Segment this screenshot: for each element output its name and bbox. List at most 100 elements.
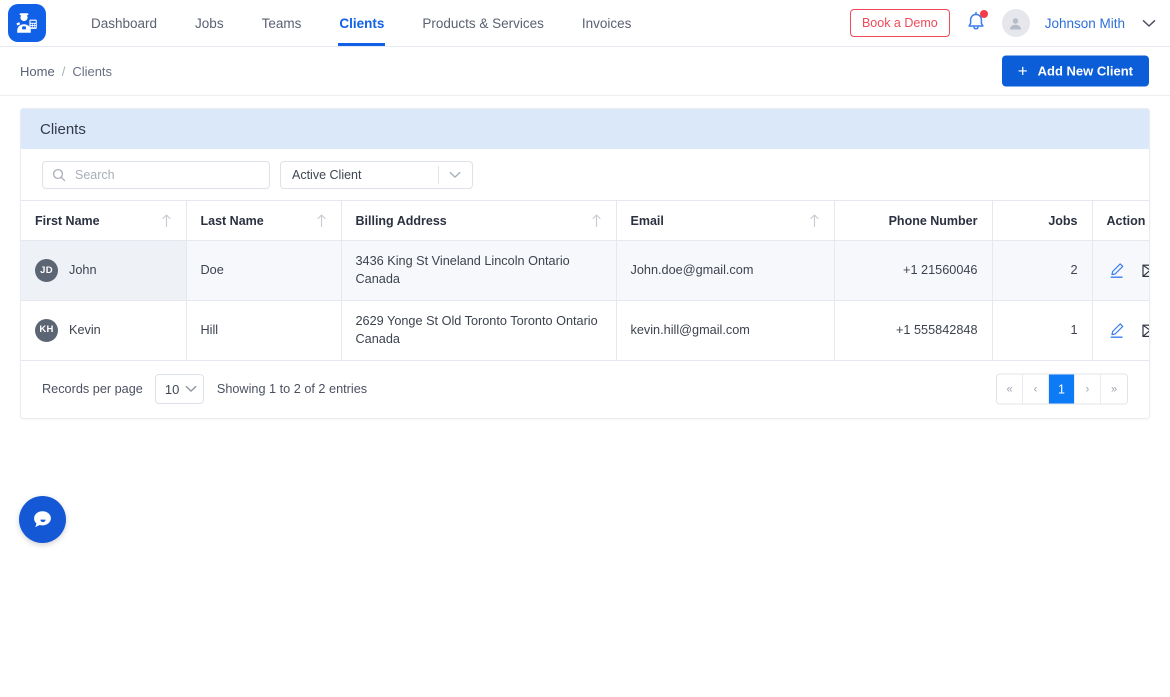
sort-arrow-up-icon	[316, 214, 326, 228]
add-new-client-label: Add New Client	[1037, 63, 1133, 79]
nav-item-clients[interactable]: Clients	[320, 0, 403, 46]
column-label: First Name	[35, 213, 100, 228]
notification-badge-dot	[979, 10, 988, 18]
search-input-wrapper[interactable]	[42, 160, 270, 189]
cell-phone-number: +1 555842848	[834, 300, 993, 361]
pagination-first[interactable]: «	[997, 374, 1023, 404]
column-header-action: Action	[1092, 200, 1149, 241]
chat-launcher-button[interactable]	[19, 496, 66, 543]
email-client-button[interactable]	[1141, 263, 1149, 278]
breadcrumb-separator: /	[61, 63, 66, 79]
cell-billing-address: 3436 King St Vineland Lincoln Ontario Ca…	[341, 240, 617, 301]
column-header-email[interactable]: Email	[616, 200, 835, 241]
cell-last-name: Hill	[186, 300, 342, 361]
pagination: « ‹ 1 › »	[996, 373, 1128, 405]
nav-label: Dashboard	[91, 15, 158, 31]
chevron-down-icon	[185, 386, 197, 392]
sort-arrow-up-icon	[809, 214, 819, 228]
showing-entries-text: Showing 1 to 2 of 2 entries	[216, 382, 368, 397]
clients-table: First Name Last Name Billing Address Ema…	[21, 200, 1149, 361]
client-initials-avatar: JD	[35, 258, 58, 282]
breadcrumb-home[interactable]: Home	[20, 64, 55, 79]
client-status-value: Active Client	[292, 167, 362, 182]
worker-logo-icon	[16, 13, 37, 33]
plus-icon: +	[1017, 61, 1028, 81]
table-header-row: First Name Last Name Billing Address Ema…	[21, 200, 1149, 241]
chevron-down-icon	[1142, 19, 1156, 27]
table-footer: Records per page 10 Showing 1 to 2 of 2 …	[21, 361, 1149, 418]
email-client-button[interactable]	[1141, 323, 1149, 338]
nav-item-products-services[interactable]: Products & Services	[403, 0, 563, 46]
nav-item-invoices[interactable]: Invoices	[563, 0, 651, 46]
search-input[interactable]	[73, 166, 269, 183]
first-name-value: Kevin	[69, 323, 101, 338]
cell-jobs: 2	[992, 240, 1093, 301]
pagination-page-1[interactable]: 1	[1049, 374, 1075, 404]
table-body: JD John Doe 3436 King St Vineland Lincol…	[21, 240, 1149, 361]
pagination-last[interactable]: »	[1101, 374, 1127, 404]
cell-last-name: Doe	[186, 240, 342, 301]
column-header-billing-address[interactable]: Billing Address	[341, 200, 617, 241]
edit-client-button[interactable]	[1109, 262, 1125, 279]
nav-item-teams[interactable]: Teams	[243, 0, 321, 46]
header-actions: Book a Demo Johnson Mith	[849, 9, 1156, 37]
nav-label: Teams	[261, 15, 302, 31]
column-label: Email	[630, 213, 664, 228]
client-initials-avatar: KH	[35, 318, 58, 342]
app-logo[interactable]	[8, 4, 46, 42]
avatar[interactable]	[1001, 9, 1030, 37]
nav-item-dashboard[interactable]: Dashboard	[72, 0, 176, 46]
column-label: Jobs	[1048, 213, 1078, 228]
breadcrumb-bar: Home / Clients + Add New Client	[0, 47, 1170, 96]
first-name-value: John	[69, 263, 97, 278]
user-name[interactable]: Johnson Mith	[1045, 16, 1125, 31]
pagination-prev[interactable]: ‹	[1023, 374, 1049, 404]
top-navigation-bar: Dashboard Jobs Teams Clients Products & …	[0, 0, 1170, 47]
cell-first-name: JD John	[21, 240, 187, 301]
column-header-phone-number: Phone Number	[834, 200, 993, 241]
sort-arrow-up-icon	[161, 214, 171, 228]
column-header-last-name[interactable]: Last Name	[186, 200, 342, 241]
user-menu-toggle[interactable]	[1142, 19, 1156, 28]
nav-label: Products & Services	[422, 15, 544, 31]
chevron-down-icon	[449, 171, 461, 178]
column-header-jobs: Jobs	[992, 200, 1093, 241]
pagination-next[interactable]: ›	[1075, 374, 1101, 404]
breadcrumb-current: Clients	[72, 63, 113, 79]
records-per-page-label: Records per page	[42, 382, 143, 397]
column-label: Billing Address	[355, 213, 447, 228]
search-icon	[52, 168, 66, 181]
filter-bar: Active Client	[21, 149, 1149, 200]
cell-action	[1092, 240, 1149, 301]
cell-billing-address: 2629 Yonge St Old Toronto Toronto Ontari…	[341, 300, 617, 361]
sort-arrow-up-icon	[591, 214, 601, 228]
add-new-client-button[interactable]: + Add New Client	[1001, 55, 1149, 87]
nav-label: Invoices	[581, 15, 632, 31]
table-row[interactable]: KH Kevin Hill 2629 Yonge St Old Toronto …	[21, 300, 1149, 361]
main-nav: Dashboard Jobs Teams Clients Products & …	[72, 0, 650, 46]
column-label: Action	[1106, 213, 1146, 228]
records-per-page-value: 10	[164, 381, 180, 397]
pencil-edit-icon	[1110, 323, 1123, 338]
nav-label: Clients	[339, 15, 385, 31]
cell-jobs: 1	[992, 300, 1093, 361]
column-label: Phone Number	[888, 213, 978, 228]
edit-client-button[interactable]	[1109, 322, 1125, 339]
cell-email: kevin.hill@gmail.com	[616, 300, 835, 361]
cell-email: John.doe@gmail.com	[616, 240, 835, 301]
notifications-button[interactable]	[965, 10, 988, 35]
nav-item-jobs[interactable]: Jobs	[176, 0, 243, 46]
cell-action	[1092, 300, 1149, 361]
book-a-demo-button[interactable]: Book a Demo	[849, 9, 950, 37]
column-label: Last Name	[200, 213, 264, 228]
user-avatar-icon	[1010, 17, 1022, 29]
cell-first-name: KH Kevin	[21, 300, 187, 361]
page-title: Clients	[40, 120, 86, 138]
column-header-first-name[interactable]: First Name	[21, 200, 187, 241]
client-status-select[interactable]: Active Client	[280, 160, 473, 189]
table-row[interactable]: JD John Doe 3436 King St Vineland Lincol…	[21, 240, 1149, 301]
pencil-edit-icon	[1110, 263, 1123, 278]
records-per-page-select[interactable]: 10	[154, 374, 204, 405]
select-divider	[438, 165, 439, 184]
card-title-bar: Clients	[21, 109, 1149, 149]
